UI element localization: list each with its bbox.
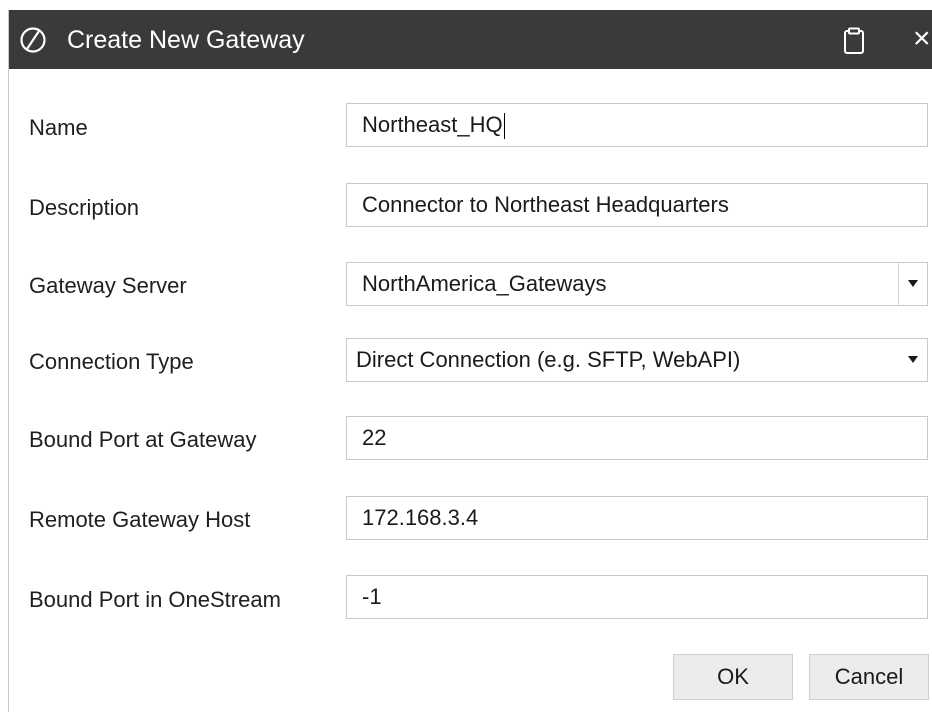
bound-port-gateway-value: 22 (362, 425, 387, 450)
ok-button[interactable]: OK (673, 654, 793, 700)
gateway-server-label: Gateway Server (29, 273, 187, 298)
connection-type-label: Connection Type (29, 349, 194, 374)
description-value: Connector to Northeast Headquarters (362, 192, 729, 217)
description-input[interactable]: Connector to Northeast Headquarters (346, 183, 928, 227)
remote-gateway-host-input[interactable]: 172.168.3.4 (346, 496, 928, 540)
dialog-titlebar: Create New Gateway × (9, 10, 932, 69)
dialog-title: Create New Gateway (67, 26, 305, 54)
name-value: Northeast_HQ (362, 112, 503, 137)
cancel-button[interactable]: Cancel (809, 654, 929, 700)
bound-port-gateway-label: Bound Port at Gateway (29, 427, 257, 452)
bound-port-gateway-input[interactable]: 22 (346, 416, 928, 460)
bound-port-onestream-value: -1 (362, 584, 382, 609)
chevron-down-icon (908, 356, 918, 363)
gateway-server-value: NorthAmerica_Gateways (362, 271, 607, 296)
connection-type-value: Direct Connection (e.g. SFTP, WebAPI) (356, 347, 741, 372)
gateway-server-dropdown-button[interactable] (898, 263, 927, 305)
name-label: Name (29, 115, 88, 140)
chevron-down-icon (908, 280, 918, 287)
clipboard-icon[interactable] (843, 27, 865, 55)
description-label: Description (29, 195, 140, 220)
create-gateway-dialog: Create New Gateway × Name Northeast_HQ D… (8, 10, 932, 712)
close-icon[interactable]: × (913, 24, 931, 54)
connection-type-select[interactable]: Direct Connection (e.g. SFTP, WebAPI) (346, 338, 928, 382)
remote-gateway-host-label: Remote Gateway Host (29, 507, 251, 532)
name-input[interactable]: Northeast_HQ (346, 103, 928, 147)
connection-type-dropdown-button[interactable] (899, 339, 927, 381)
bound-port-onestream-input[interactable]: -1 (346, 575, 928, 619)
remote-gateway-host-value: 172.168.3.4 (362, 505, 479, 530)
gateway-server-select[interactable]: NorthAmerica_Gateways (346, 262, 928, 306)
text-cursor (503, 113, 505, 140)
onestream-logo-icon (20, 27, 46, 53)
bound-port-onestream-label: Bound Port in OneStream (29, 587, 281, 612)
